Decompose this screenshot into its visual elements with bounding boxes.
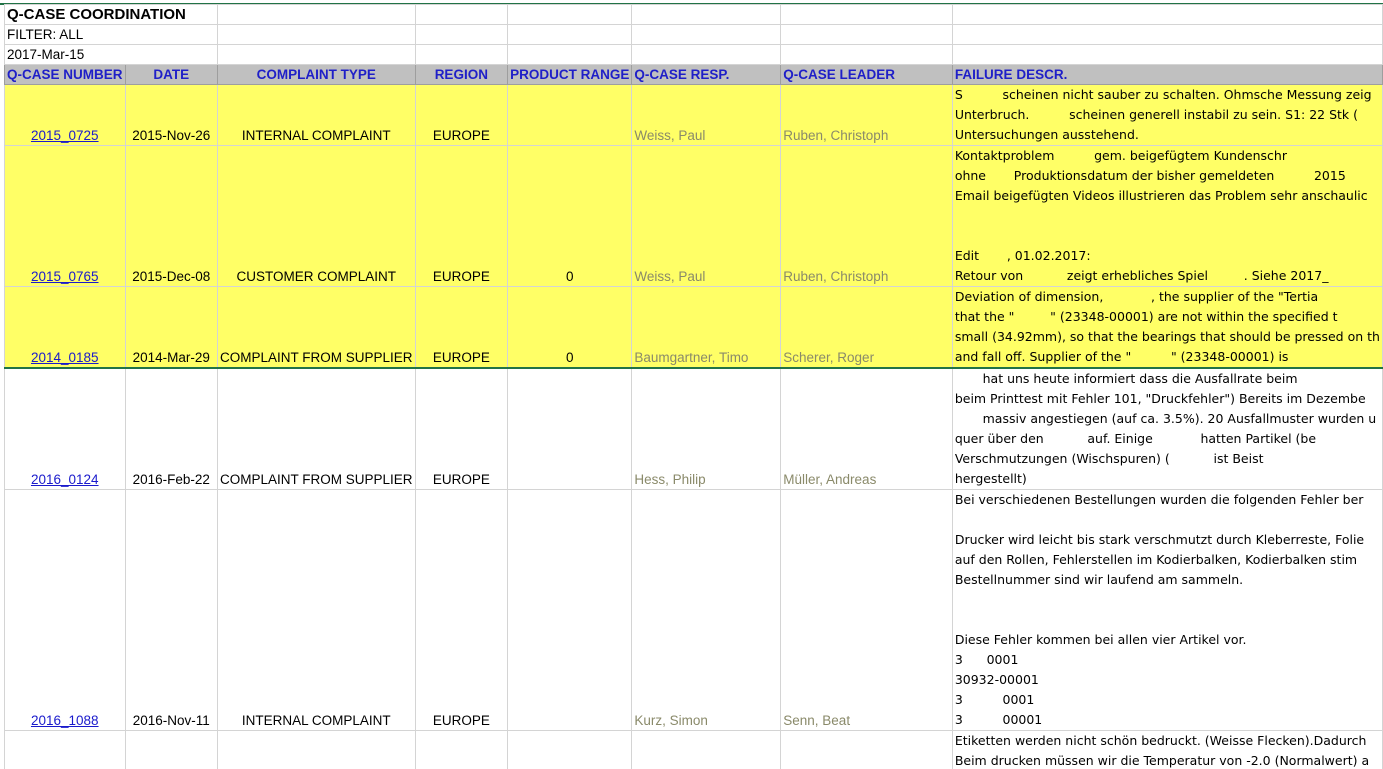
failure-descr-cell[interactable]: S scheinen nicht sauber zu schalten. Ohm… xyxy=(951,84,1383,146)
table-row: 2015_0765 2015-Dec-08 CUSTOMER COMPLAINT… xyxy=(4,145,1383,287)
qcase-link[interactable]: 2014_0185 xyxy=(4,286,126,369)
product-range-cell[interactable]: 0 xyxy=(507,145,633,287)
qcase-link[interactable]: 2015_0765 xyxy=(4,145,126,287)
date-cell[interactable]: 2016-Nov-11 xyxy=(124,489,218,731)
filter-label[interactable]: FILTER: ALL xyxy=(4,24,218,45)
date-cell[interactable] xyxy=(124,730,218,769)
sheet-title[interactable]: Q-CASE COORDINATION xyxy=(4,4,218,25)
header-qcase-resp[interactable]: Q-CASE RESP. xyxy=(631,64,782,85)
leader-cell[interactable]: Scherer, Roger xyxy=(780,286,953,369)
product-range-cell[interactable]: 0 xyxy=(507,286,633,369)
qcase-link[interactable] xyxy=(4,730,126,769)
resp-cell[interactable]: Baumgartner, Timo xyxy=(631,286,782,369)
complaint-type-cell[interactable]: COMPLAINT FROM SUPPLIER xyxy=(216,286,416,369)
product-range-cell[interactable] xyxy=(507,367,633,490)
resp-cell[interactable] xyxy=(631,730,782,769)
region-cell[interactable] xyxy=(414,730,509,769)
leader-cell[interactable]: Ruben, Christoph xyxy=(780,145,953,287)
complaint-type-cell[interactable] xyxy=(216,730,416,769)
header-qcase-leader[interactable]: Q-CASE LEADER xyxy=(780,64,953,85)
header-region[interactable]: REGION xyxy=(414,64,509,85)
leader-cell[interactable]: Senn, Beat xyxy=(780,489,953,731)
region-cell[interactable]: EUROPE xyxy=(414,286,509,369)
spreadsheet: Q-CASE COORDINATION FILTER: ALL 2017-Mar… xyxy=(0,0,1383,769)
product-range-cell[interactable] xyxy=(507,489,633,731)
resp-cell[interactable]: Weiss, Paul xyxy=(631,145,782,287)
header-date[interactable]: DATE xyxy=(124,64,218,85)
header-product-range[interactable]: PRODUCT RANGE xyxy=(507,64,633,85)
complaint-type-cell[interactable]: INTERNAL COMPLAINT xyxy=(216,84,416,146)
failure-descr-cell[interactable]: Deviation of dimension, , the supplier o… xyxy=(951,286,1383,369)
header-qcase-number[interactable]: Q-CASE NUMBER xyxy=(4,64,126,85)
header-failure-descr[interactable]: FAILURE DESCR. xyxy=(951,64,1383,85)
report-date[interactable]: 2017-Mar-15 xyxy=(4,44,218,65)
date-cell[interactable]: 2015-Dec-08 xyxy=(124,145,218,287)
region-cell[interactable]: EUROPE xyxy=(414,367,509,490)
table-row: 2016_1088 2016-Nov-11 INTERNAL COMPLAINT… xyxy=(4,489,1383,731)
header-complaint-type[interactable]: COMPLAINT TYPE xyxy=(216,64,416,85)
complaint-type-cell[interactable]: COMPLAINT FROM SUPPLIER xyxy=(216,367,416,490)
date-cell[interactable]: 2014-Mar-29 xyxy=(124,286,218,369)
failure-descr-cell[interactable]: Etiketten werden nicht schön bedruckt. (… xyxy=(951,730,1383,769)
complaint-type-cell[interactable]: CUSTOMER COMPLAINT xyxy=(216,145,416,287)
resp-cell[interactable]: Kurz, Simon xyxy=(631,489,782,731)
qcase-link[interactable]: 2016_1088 xyxy=(4,489,126,731)
qcase-table: Q-CASE COORDINATION FILTER: ALL 2017-Mar… xyxy=(4,4,1383,769)
date-cell[interactable]: 2015-Nov-26 xyxy=(124,84,218,146)
leader-cell[interactable] xyxy=(780,730,953,769)
table-row: 2014_0185 2014-Mar-29 COMPLAINT FROM SUP… xyxy=(4,286,1383,369)
failure-descr-cell[interactable]: hat uns heute informiert dass die Ausfal… xyxy=(951,367,1383,490)
failure-descr-cell[interactable]: Bei verschiedenen Bestellungen wurden di… xyxy=(951,489,1383,731)
leader-cell[interactable]: Ruben, Christoph xyxy=(780,84,953,146)
complaint-type-cell[interactable]: INTERNAL COMPLAINT xyxy=(216,489,416,731)
product-range-cell[interactable] xyxy=(507,730,633,769)
qcase-link[interactable]: 2015_0725 xyxy=(4,84,126,146)
resp-cell[interactable]: Weiss, Paul xyxy=(631,84,782,146)
date-cell[interactable]: 2016-Feb-22 xyxy=(124,367,218,490)
region-cell[interactable]: EUROPE xyxy=(414,145,509,287)
leader-cell[interactable]: Müller, Andreas xyxy=(780,367,953,490)
region-cell[interactable]: EUROPE xyxy=(414,489,509,731)
table-row: 2015_0725 2015-Nov-26 INTERNAL COMPLAINT… xyxy=(4,84,1383,146)
failure-descr-cell[interactable]: Kontaktproblem gem. beigefügtem Kundensc… xyxy=(951,145,1383,287)
table-row: Etiketten werden nicht schön bedruckt. (… xyxy=(4,730,1383,769)
table-row: 2016_0124 2016-Feb-22 COMPLAINT FROM SUP… xyxy=(4,367,1383,490)
region-cell[interactable]: EUROPE xyxy=(414,84,509,146)
resp-cell[interactable]: Hess, Philip xyxy=(631,367,782,490)
product-range-cell[interactable] xyxy=(507,84,633,146)
qcase-link[interactable]: 2016_0124 xyxy=(4,367,126,490)
